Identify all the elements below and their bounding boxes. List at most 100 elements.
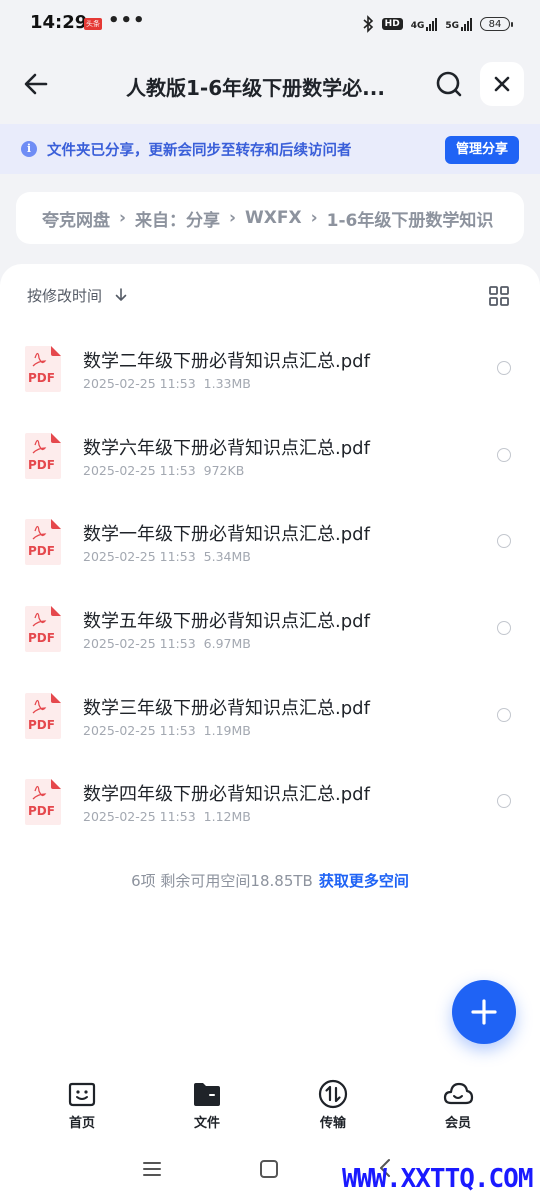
close-button[interactable] xyxy=(480,62,524,106)
arrow-left-icon xyxy=(24,73,48,95)
chevron-right-icon: › xyxy=(310,208,318,228)
news-app-badge: 头条 xyxy=(84,18,102,30)
file-date: 2025-02-25 11:53 xyxy=(83,636,196,652)
file-size: 5.34MB xyxy=(203,549,251,565)
breadcrumb-item-current[interactable]: 1-6年级下册数学知识 xyxy=(327,206,494,231)
file-name: 数学一年级下册必背知识点汇总.pdf xyxy=(83,524,370,546)
grid-view-icon[interactable] xyxy=(488,285,510,307)
signal-4g-icon: 4G xyxy=(410,17,438,31)
select-radio[interactable] xyxy=(497,361,511,375)
storage-summary-text: 6项 剩余可用空间18.85TB xyxy=(131,872,313,890)
status-bar: 14:29 头条 ••• HD 4G 5G 84 xyxy=(0,0,540,48)
home-face-icon xyxy=(68,1082,96,1107)
file-row[interactable]: PDF 数学五年级下册必背知识点汇总.pdf 2025-02-25 11:53 6… xyxy=(0,586,540,673)
file-date: 2025-02-25 11:53 xyxy=(83,722,196,738)
page-title: 人教版1-6年级下册数学必... xyxy=(126,76,385,100)
breadcrumb-item-root[interactable]: 夸克网盘 xyxy=(42,206,110,231)
file-meta: 2025-02-25 11:53 1.12MB xyxy=(83,809,251,824)
pdf-file-icon: PDF xyxy=(25,432,61,479)
file-row[interactable]: PDF 数学二年级下册必背知识点汇总.pdf 2025-02-25 11:53 1… xyxy=(0,326,540,413)
nav-label: 首页 xyxy=(68,1116,95,1131)
bottom-nav: 首页 文件 传输 会员 xyxy=(0,1070,540,1140)
sort-down-arrow-icon[interactable] xyxy=(114,288,128,302)
nav-item-transfer[interactable]: 传输 xyxy=(293,1078,373,1131)
net-label-4g: 4G xyxy=(410,20,425,31)
nav-item-home[interactable]: 首页 xyxy=(42,1078,122,1131)
svg-text:PDF: PDF xyxy=(28,371,55,385)
select-radio[interactable] xyxy=(497,621,511,636)
file-row[interactable]: PDF 数学六年级下册必背知识点汇总.pdf 2025-02-25 11:53 9… xyxy=(0,413,540,500)
file-size: 972KB xyxy=(203,462,245,478)
breadcrumb-item-wxfx[interactable]: WXFX xyxy=(245,208,302,228)
recent-apps-icon[interactable] xyxy=(142,1160,162,1178)
back-button[interactable] xyxy=(18,66,54,102)
bluetooth-icon xyxy=(363,15,373,33)
file-name: 数学三年级下册必背知识点汇总.pdf xyxy=(83,697,370,719)
transfer-icon xyxy=(318,1079,348,1109)
hd-icon: HD xyxy=(381,18,403,30)
sort-label[interactable]: 按修改时间 xyxy=(27,285,102,306)
home-square-icon[interactable] xyxy=(260,1160,278,1178)
svg-text:PDF: PDF xyxy=(28,718,55,732)
manage-share-button[interactable]: 管理分享 xyxy=(445,136,519,164)
nav-label: 会员 xyxy=(444,1116,471,1131)
breadcrumb: 夸克网盘 › 来自：分享 › WXFX › 1-6年级下册数学知识 xyxy=(16,192,524,244)
file-date: 2025-02-25 11:53 xyxy=(83,376,196,391)
more-notifications-icon: ••• xyxy=(108,10,146,31)
status-icons: HD 4G 5G 84 xyxy=(362,14,513,34)
nav-label: 传输 xyxy=(319,1116,346,1131)
file-row[interactable]: PDF 数学三年级下册必背知识点汇总.pdf 2025-02-25 11:53 1… xyxy=(0,673,540,760)
select-radio[interactable] xyxy=(497,534,511,549)
file-row[interactable]: PDF 数学四年级下册必背知识点汇总.pdf 2025-02-25 11:53 1… xyxy=(0,759,540,846)
header: 人教版1-6年级下册数学必... xyxy=(0,52,540,118)
share-banner: i 文件夹已分享，更新会同步至转存和后续访问者 管理分享 xyxy=(0,124,540,174)
file-meta: 2025-02-25 11:53 972KB xyxy=(83,463,244,478)
file-name: 数学四年级下册必背知识点汇总.pdf xyxy=(83,784,370,806)
file-name: 数学六年级下册必背知识点汇总.pdf xyxy=(83,437,370,459)
file-list-panel: 按修改时间 PDF 数学二年级下册必背知识点汇总.pdf 2025-02-25 … xyxy=(0,264,540,1200)
file-meta: 2025-02-25 11:53 6.97MB xyxy=(83,636,251,651)
file-date: 2025-02-25 11:53 xyxy=(83,462,196,478)
svg-text:PDF: PDF xyxy=(28,804,55,818)
banner-text: 文件夹已分享，更新会同步至转存和后续访问者 xyxy=(47,143,352,159)
info-icon: i xyxy=(21,141,37,157)
file-size: 1.33MB xyxy=(203,376,251,391)
file-meta: 2025-02-25 11:53 5.34MB xyxy=(83,549,251,564)
file-date: 2025-02-25 11:53 xyxy=(83,809,196,825)
file-size: 1.12MB xyxy=(203,809,251,825)
status-time: 14:29 xyxy=(30,12,88,33)
watermark: WWW.XXTTQ.COM xyxy=(342,1164,533,1194)
file-row[interactable]: PDF 数学一年级下册必背知识点汇总.pdf 2025-02-25 11:53 5… xyxy=(0,499,540,586)
file-meta: 2025-02-25 11:53 1.33MB xyxy=(83,376,251,391)
file-size: 1.19MB xyxy=(203,722,251,738)
file-name: 数学二年级下册必背知识点汇总.pdf xyxy=(83,351,370,372)
cloud-icon xyxy=(443,1082,474,1105)
search-icon xyxy=(436,71,462,97)
signal-5g-icon: 5G xyxy=(445,17,472,31)
get-more-space-link[interactable]: 获取更多空间 xyxy=(319,872,409,890)
nav-label: 文件 xyxy=(193,1116,220,1131)
folder-icon xyxy=(194,1083,220,1106)
pdf-file-icon: PDF xyxy=(25,692,61,739)
svg-text:PDF: PDF xyxy=(28,544,55,558)
pdf-file-icon: PDF xyxy=(25,519,61,566)
pdf-file-icon: PDF xyxy=(25,346,61,392)
file-list: PDF 数学二年级下册必背知识点汇总.pdf 2025-02-25 11:53 1… xyxy=(0,326,540,846)
battery-icon: 84 xyxy=(480,17,513,31)
close-icon xyxy=(494,76,510,92)
plus-icon xyxy=(471,999,497,1025)
nav-item-member[interactable]: 会员 xyxy=(418,1078,498,1131)
search-button[interactable] xyxy=(431,66,467,102)
file-size: 6.97MB xyxy=(203,636,251,652)
select-radio[interactable] xyxy=(497,447,511,462)
svg-text:PDF: PDF xyxy=(28,631,55,645)
pdf-file-icon: PDF xyxy=(25,606,61,653)
chevron-right-icon: › xyxy=(229,208,237,228)
file-meta: 2025-02-25 11:53 1.19MB xyxy=(83,723,251,738)
add-button[interactable] xyxy=(452,980,516,1044)
select-radio[interactable] xyxy=(497,707,511,722)
storage-summary: 6项 剩余可用空间18.85TB 获取更多空间 xyxy=(0,870,540,891)
breadcrumb-item-shared[interactable]: 来自：分享 xyxy=(135,206,220,231)
select-radio[interactable] xyxy=(497,794,511,809)
nav-item-files[interactable]: 文件 xyxy=(167,1078,247,1131)
